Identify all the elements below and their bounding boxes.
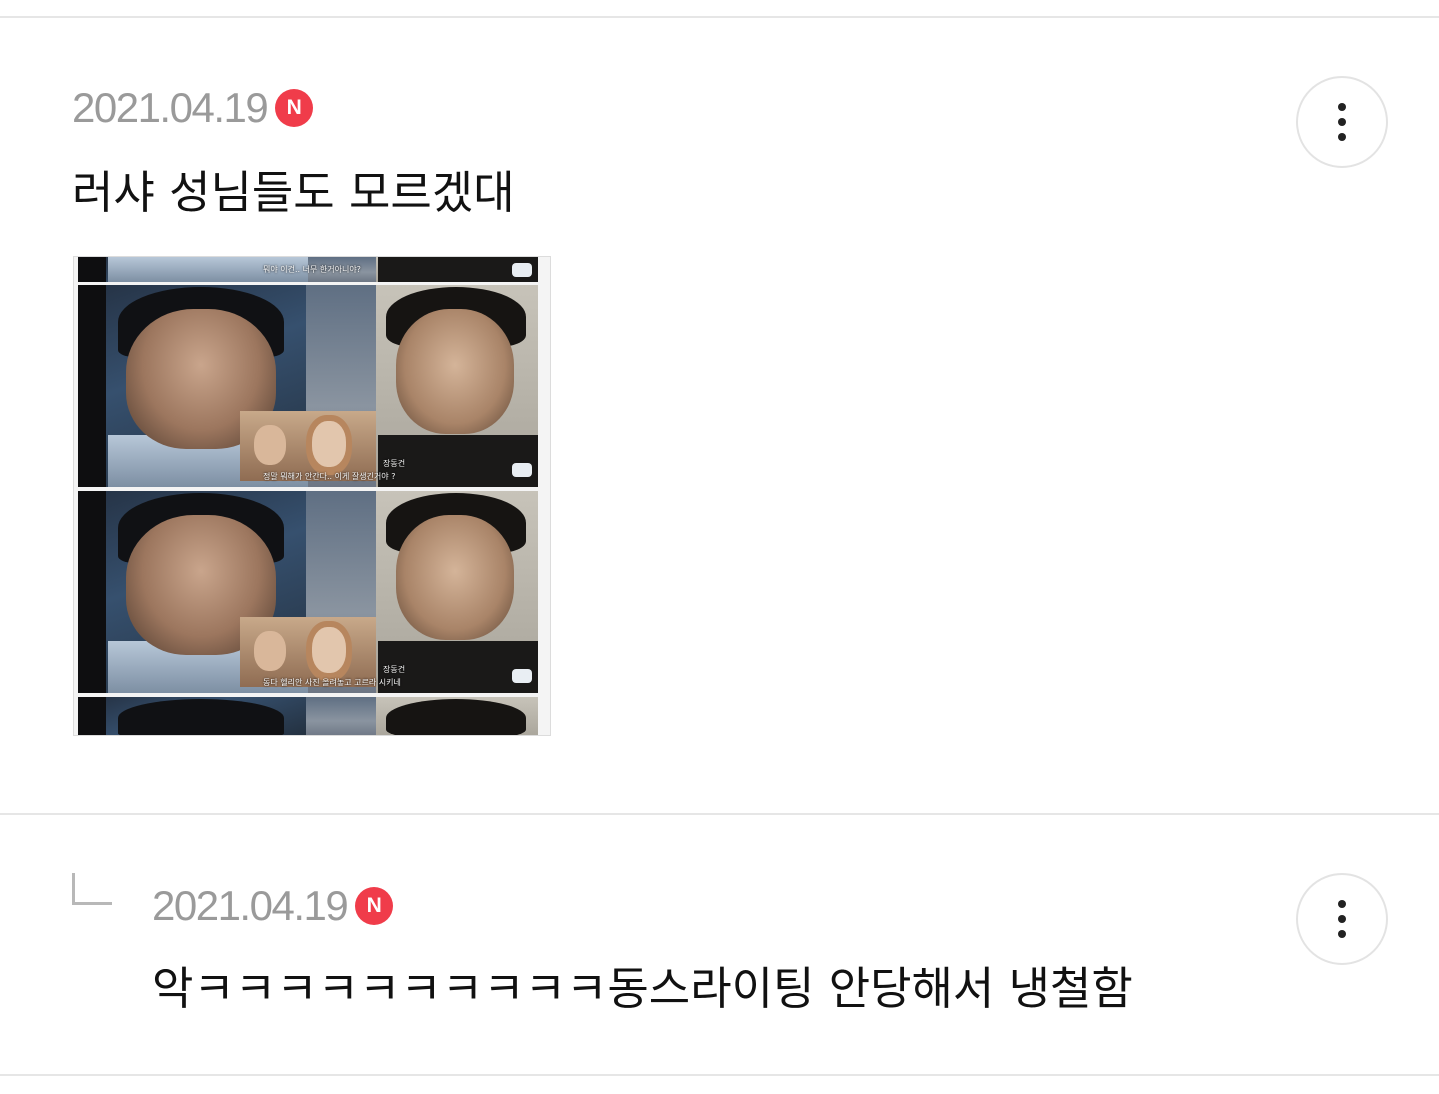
divider [0,1074,1439,1076]
ellipsis-dot [1338,915,1346,923]
image-caption: 정말 뭐해가 안간다.. 이게 잘생긴거야 ? [263,472,396,481]
image-strip: 뭐야 이건.. 너무 한거아니야? [78,257,538,282]
comment-text: 러샤 성님들도 모르겠대 [72,166,515,219]
divider [0,16,1439,18]
comment-date: 2021.04.19 [72,84,269,131]
new-badge: N [275,89,314,127]
image-strip [78,697,538,735]
new-badge: N [355,887,394,925]
comment-list: 2021.04.19 N 러샤 성님들도 모르겠대 뭐야 이건.. 너무 한거아… [0,0,1439,1094]
comment-text: 악ㅋㅋㅋㅋㅋㅋㅋㅋㅋㅋ동스라이팅 안당해서 냉철함 [152,962,1133,1015]
image-strip: 장동건 동다 헬리안 사진 올려놓고 고르라 시키네 [78,491,538,693]
vertical-ellipsis-icon [1338,900,1346,908]
comment-image[interactable]: 뭐야 이건.. 너무 한거아니야? 장동건 정말 뭐해가 안간다.. 이게 잘생… [73,256,551,736]
image-caption: 동다 헬리안 사진 올려놓고 고르라 시키네 [263,678,401,687]
comment-meta: 2021.04.19 N [152,882,394,929]
vertical-ellipsis-icon [1338,103,1346,111]
ellipsis-dot [1338,133,1346,141]
more-options-button[interactable] [1296,76,1388,168]
ellipsis-dot [1338,118,1346,126]
more-options-button[interactable] [1296,873,1388,965]
image-caption: 뭐야 이건.. 너무 한거아니야? [263,265,361,274]
image-strip: 장동건 정말 뭐해가 안간다.. 이게 잘생긴거야 ? [78,285,538,487]
comment-meta: 2021.04.19 N [72,84,314,131]
reply-arrow-icon [72,873,112,905]
ellipsis-dot [1338,930,1346,938]
divider [0,813,1439,815]
comment-date: 2021.04.19 [152,882,349,929]
